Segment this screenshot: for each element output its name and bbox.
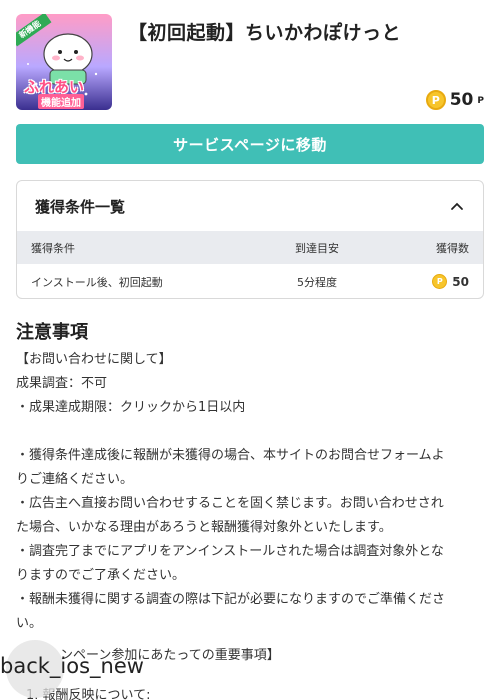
row-time: 5分程度 bbox=[297, 275, 337, 289]
app-icon: 新機能 ふれあい 機能追加 bbox=[16, 14, 112, 110]
note-line: 【お問い合わせに関して】 bbox=[16, 352, 172, 367]
note-line: 成果調査：不可 bbox=[16, 376, 108, 391]
app-header: 新機能 ふれあい 機能追加 【初回起動】ちいかわぽけっと P 50 P bbox=[16, 14, 484, 112]
conditions-column-headers: 獲得条件 到達目安 獲得数 bbox=[17, 231, 483, 264]
note-line: ・報酬未獲得に関する調査の際は下記が必要になりますのでご準備くださ bbox=[16, 592, 446, 607]
row-reward-value: 50 bbox=[452, 274, 469, 289]
note-line: た場合、いかなる理由があろうと報酬獲得対象外といたします。 bbox=[16, 520, 392, 535]
note-line: りますのでご了承ください。 bbox=[16, 568, 186, 583]
note-line: ・調査完了までにアプリをアンインストールされた場合は調査対象外とな bbox=[16, 544, 444, 559]
row-condition: インストール後、初回起動 bbox=[31, 275, 163, 289]
chevron-up-icon[interactable] bbox=[449, 198, 465, 214]
back-icon[interactable]: back_ios_new bbox=[0, 654, 144, 678]
points-unit: P bbox=[477, 96, 484, 106]
points-display: P 50 P bbox=[425, 90, 484, 110]
notes-title: 注意事項 bbox=[16, 322, 88, 343]
icon-caption-sub: 機能追加 bbox=[38, 94, 84, 109]
points-value: 50 bbox=[449, 90, 474, 110]
column-header-reward: 獲得数 bbox=[436, 241, 469, 255]
note-spacer bbox=[16, 420, 486, 444]
column-header-condition: 獲得条件 bbox=[31, 241, 75, 255]
coin-icon: P bbox=[425, 90, 446, 110]
conditions-card: 獲得条件一覧 獲得条件 到達目安 獲得数 インストール後、初回起動 5分程度 P… bbox=[16, 180, 484, 299]
note-line: ・獲得条件達成後に報酬が未獲得の場合、本サイトのお問合せフォームよ bbox=[16, 448, 445, 463]
table-row: インストール後、初回起動 5分程度 P 50 bbox=[17, 264, 483, 298]
app-title: 【初回起動】ちいかわぽけっと bbox=[128, 22, 402, 44]
note-line: ・広告主へ直接お問い合わせすることを固く禁じます。お問い合わせされ bbox=[16, 496, 444, 511]
conditions-header[interactable]: 獲得条件一覧 bbox=[17, 181, 483, 231]
conditions-title: 獲得条件一覧 bbox=[35, 197, 126, 216]
note-line: りご連絡ください。 bbox=[16, 472, 134, 487]
notes-section: 注意事項 【お問い合わせに関して】 成果調査：不可 ・成果達成期限：クリックから… bbox=[16, 318, 486, 636]
column-header-time: 到達目安 bbox=[295, 241, 339, 255]
coin-icon: P bbox=[432, 274, 448, 289]
service-page-button[interactable]: サービスページに移動 bbox=[16, 124, 484, 164]
note-line: ・成果達成期限：クリックから1日以内 bbox=[16, 400, 246, 415]
row-reward: P 50 bbox=[397, 274, 483, 289]
note-line: い。 bbox=[16, 616, 43, 631]
